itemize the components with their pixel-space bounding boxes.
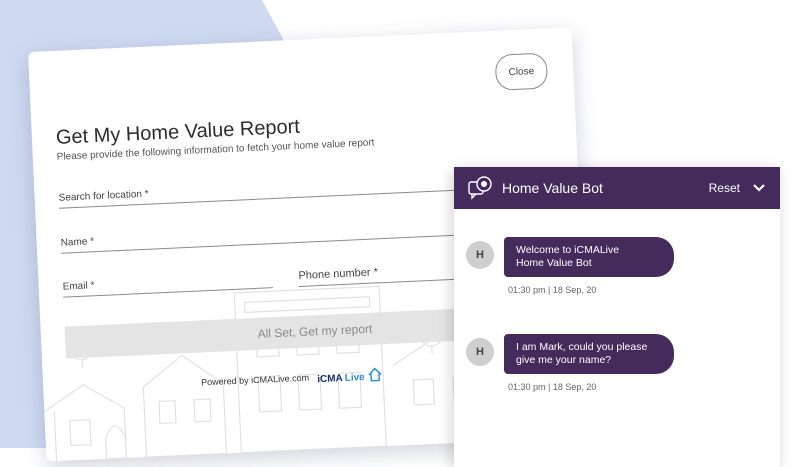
- chat-bot-panel: Home Value Bot Reset H Welcome to iCMALi…: [454, 167, 780, 467]
- message-bubble: Welcome to iCMALive Home Value Bot: [504, 237, 674, 277]
- close-button[interactable]: Close: [494, 52, 549, 91]
- message-line: Welcome to iCMALive: [516, 244, 620, 256]
- powered-by-text: Powered by iCMALive.com: [200, 372, 310, 388]
- message-timestamp: 01:30 pm | 18 Sep, 20: [508, 382, 597, 392]
- chevron-down-icon[interactable]: [752, 181, 766, 195]
- reset-button[interactable]: Reset: [709, 181, 740, 195]
- bot-avatar: H: [466, 241, 494, 269]
- house-logo-icon: [368, 367, 382, 382]
- message-line: I am Mark, could you please: [516, 341, 648, 353]
- chat-title: Home Value Bot: [502, 180, 603, 196]
- chat-bot-icon: [468, 176, 492, 200]
- logo-text-live: Live: [344, 372, 365, 384]
- bot-avatar: H: [466, 338, 494, 366]
- chat-header: Home Value Bot Reset: [454, 167, 780, 209]
- icmalive-logo: iCMA Live: [317, 366, 383, 385]
- message-bubble: I am Mark, could you please give me your…: [504, 334, 674, 374]
- email-label: Email *: [62, 280, 95, 293]
- message-timestamp: 01:30 pm | 18 Sep, 20: [508, 285, 597, 295]
- name-label: Name *: [60, 236, 95, 249]
- message-line: give me your name?: [516, 354, 612, 366]
- location-label: Search for location *: [58, 188, 149, 204]
- logo-text-icma: iCMA: [316, 373, 343, 386]
- phone-label: Phone number *: [298, 266, 379, 282]
- message-line: Home Value Bot: [516, 257, 592, 269]
